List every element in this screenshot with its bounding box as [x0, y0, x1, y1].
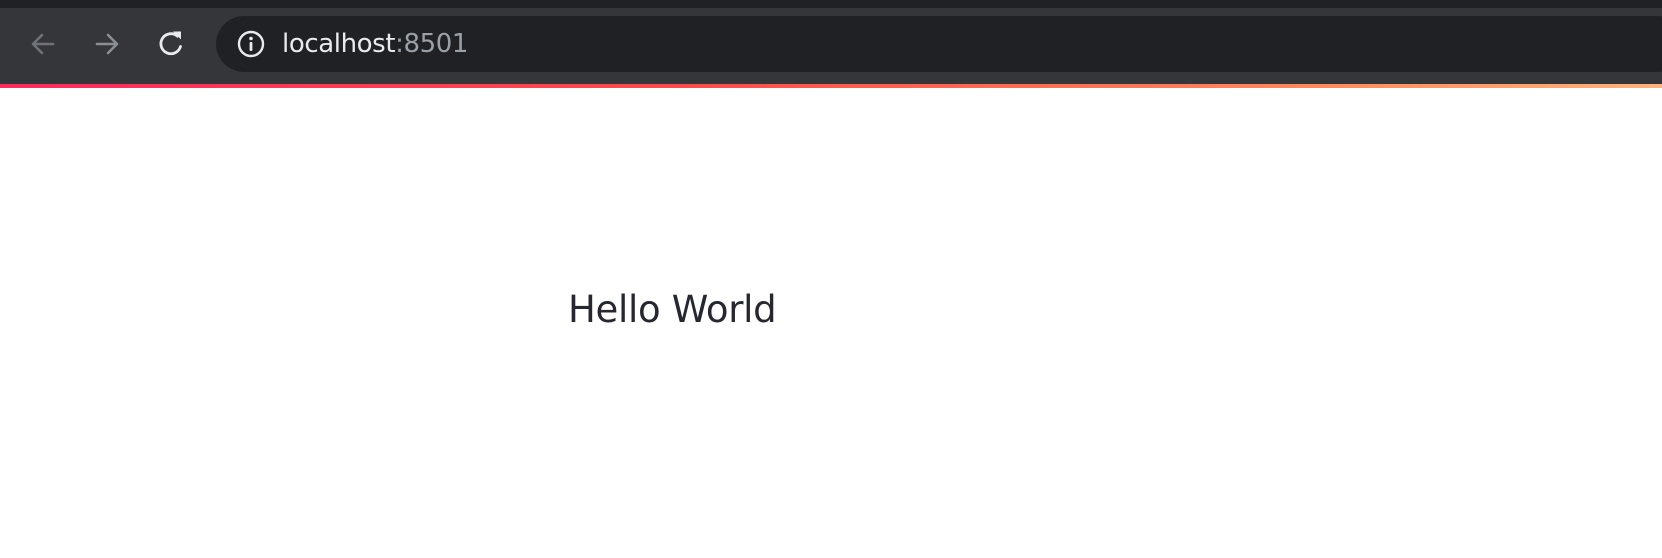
- address-bar[interactable]: localhost:8501: [216, 16, 1662, 72]
- reload-button[interactable]: [153, 26, 189, 62]
- page-content: Hello World: [0, 88, 1662, 558]
- url-host: localhost: [282, 29, 396, 59]
- arrow-left-icon: [31, 33, 55, 55]
- forward-button[interactable]: [89, 26, 125, 62]
- tab-strip: [0, 0, 1662, 8]
- url-text[interactable]: localhost:8501: [282, 31, 468, 57]
- arrow-right-icon: [95, 33, 119, 55]
- reload-icon: [159, 31, 182, 56]
- hello-text: Hello World: [568, 288, 777, 331]
- back-button[interactable]: [25, 26, 61, 62]
- browser-toolbar: localhost:8501: [0, 0, 1662, 84]
- url-port: :8501: [395, 29, 469, 59]
- info-icon[interactable]: [236, 29, 266, 59]
